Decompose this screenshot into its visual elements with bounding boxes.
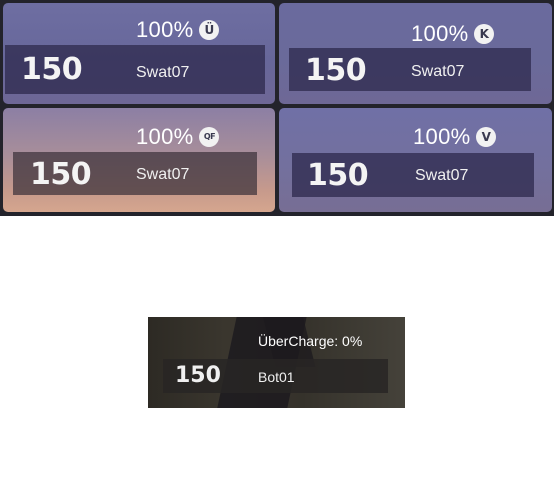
charge-readout: 100% V [413, 124, 497, 150]
quick-fix-icon: QF [199, 127, 220, 147]
health-value: 150 [175, 363, 221, 388]
vaccinator-icon: V [476, 127, 497, 147]
hud-stage: 100% Ü 150 Swat07 100% K 150 Swat07 100%… [0, 0, 554, 500]
player-name: Swat07 [136, 166, 190, 183]
charge-readout: 100% Ü [136, 17, 220, 43]
charge-percent: 100% [136, 124, 194, 149]
health-value: 150 [307, 158, 369, 193]
player-name: Swat07 [415, 167, 469, 184]
charge-readout: 100% QF [136, 124, 220, 150]
player-name: Bot01 [258, 369, 295, 385]
player-name: Swat07 [136, 64, 190, 81]
charge-percent: 100% [411, 21, 469, 46]
uber-icon: Ü [199, 20, 220, 40]
health-value: 150 [30, 157, 92, 192]
medic-card-uber: 100% Ü 150 Swat07 [3, 3, 275, 104]
charge-percent: 100% [413, 124, 471, 149]
charge-percent: 100% [136, 17, 194, 42]
kritzkrieg-icon: K [474, 24, 495, 44]
ubercharge-label: ÜberCharge: 0% [258, 333, 363, 349]
medic-card-grid: 100% Ü 150 Swat07 100% K 150 Swat07 100%… [0, 0, 554, 216]
medic-card-kritzkrieg: 100% K 150 Swat07 [279, 3, 552, 104]
health-value: 150 [305, 53, 367, 88]
medic-card-vaccinator: 100% V 150 Swat07 [279, 108, 552, 212]
target-info-panel: ÜberCharge: 0% 150 Bot01 [148, 317, 405, 408]
player-name: Swat07 [411, 63, 465, 80]
health-value: 150 [21, 52, 83, 87]
charge-readout: 100% K [411, 21, 495, 47]
medic-card-quick-fix: 100% QF 150 Swat07 [3, 108, 275, 212]
